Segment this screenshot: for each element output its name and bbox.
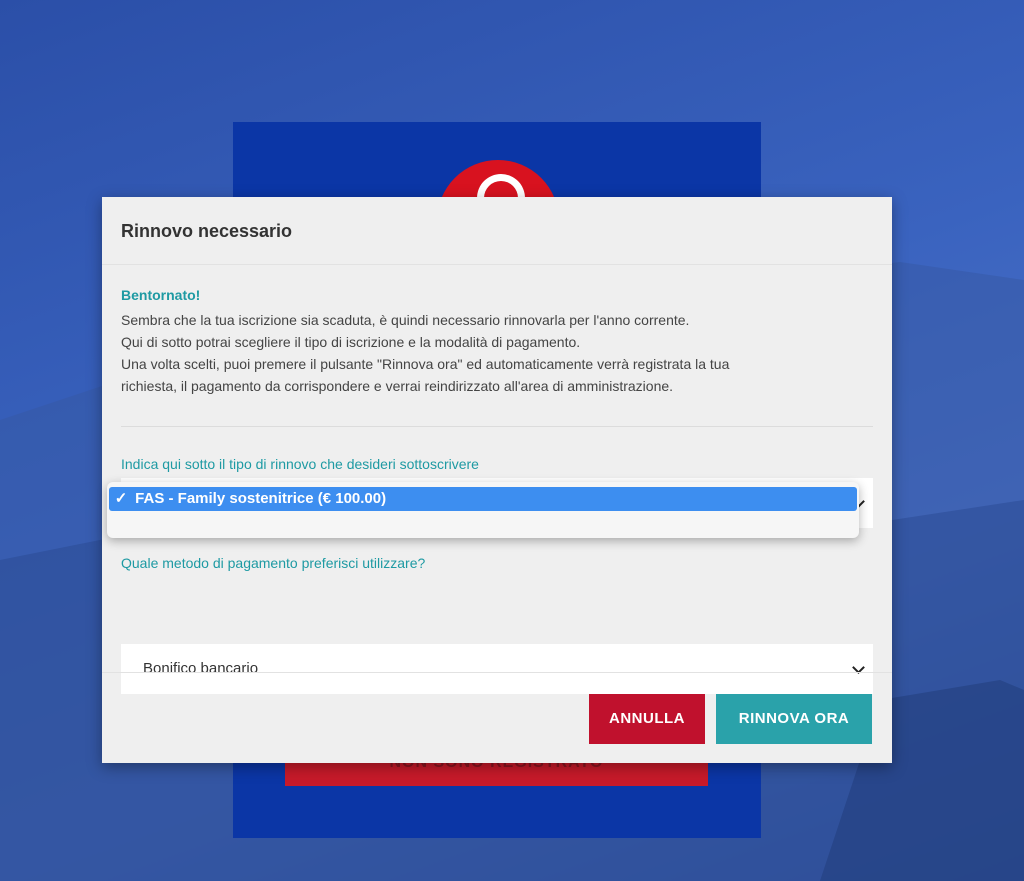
intro-line: Una volta scelti, puoi premere il pulsan…: [121, 356, 730, 372]
intro-line: richiesta, il pagamento da corrispondere…: [121, 378, 674, 394]
dropdown-option-label: FAS - Family sostenitrice (€ 100.00): [135, 490, 387, 507]
modal-header: Rinnovo necessario: [102, 197, 892, 265]
dropdown-option[interactable]: [109, 513, 857, 535]
modal-footer: ANNULLA RINNOVA ORA: [102, 672, 892, 763]
intro-line: Qui di sotto potrai scegliere il tipo di…: [121, 334, 581, 350]
renewal-type-dropdown-menu: ✓ FAS - Family sostenitrice (€ 100.00): [107, 482, 859, 538]
checkmark-icon: ✓: [114, 490, 128, 507]
renewal-type-label: Indica qui sotto il tipo di rinnovo che …: [121, 456, 479, 472]
intro-paragraph: Sembra che la tua iscrizione sia scaduta…: [121, 309, 861, 397]
section-divider: [121, 426, 873, 427]
greeting-text: Bentornato!: [121, 287, 201, 303]
cancel-button[interactable]: ANNULLA: [589, 694, 705, 744]
modal-title: Rinnovo necessario: [121, 221, 293, 241]
dropdown-option-selected[interactable]: ✓ FAS - Family sostenitrice (€ 100.00): [109, 487, 857, 511]
intro-line: Sembra che la tua iscrizione sia scaduta…: [121, 312, 690, 328]
payment-method-label: Quale metodo di pagamento preferisci uti…: [121, 555, 426, 571]
renew-now-button[interactable]: RINNOVA ORA: [716, 694, 872, 744]
